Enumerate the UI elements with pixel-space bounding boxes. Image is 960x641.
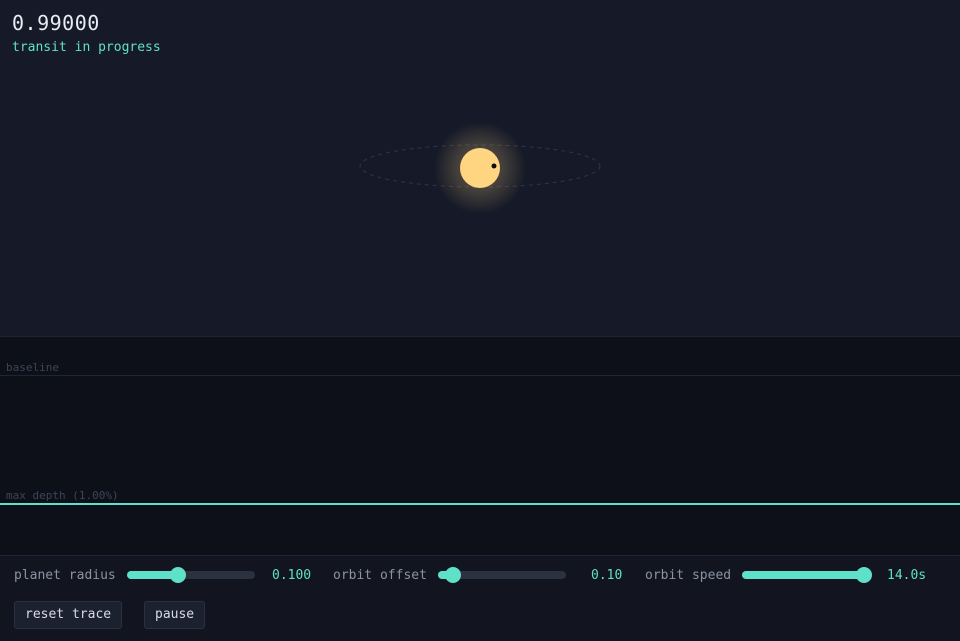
baseline-line <box>0 375 960 376</box>
orbit-offset-slider[interactable] <box>438 567 566 583</box>
planet-radius-value: 0.100 <box>272 568 312 583</box>
orbit-scene: 0.99000 transit in progress <box>0 0 960 336</box>
orbit-speed-fill <box>742 571 864 579</box>
light-curve-trace <box>0 503 960 505</box>
max-depth-label: max depth (1.00%) <box>6 489 119 502</box>
planet <box>491 163 497 169</box>
baseline-label: baseline <box>6 361 59 374</box>
orbit-offset-label: orbit offset <box>333 568 427 583</box>
orbit-speed-thumb[interactable] <box>855 567 872 583</box>
orbit-speed-slider[interactable] <box>742 567 872 583</box>
controls-panel: planet radius 0.100 orbit offset 0.10 or… <box>0 555 960 641</box>
planet-radius-thumb[interactable] <box>170 567 187 583</box>
orbit-speed-value: 14.0s <box>887 568 927 583</box>
orbit-offset-value: 0.10 <box>591 568 623 583</box>
reset-trace-button[interactable]: reset trace <box>14 601 123 629</box>
orbit-diagram <box>359 122 601 214</box>
light-curve-panel: baseline max depth (1.00%) <box>0 337 960 555</box>
orbit-offset-thumb[interactable] <box>445 567 462 583</box>
planet-radius-slider[interactable] <box>127 567 255 583</box>
planet-radius-label: planet radius <box>14 568 116 583</box>
orbit-speed-label: orbit speed <box>645 568 732 583</box>
pause-button[interactable]: pause <box>144 601 206 629</box>
